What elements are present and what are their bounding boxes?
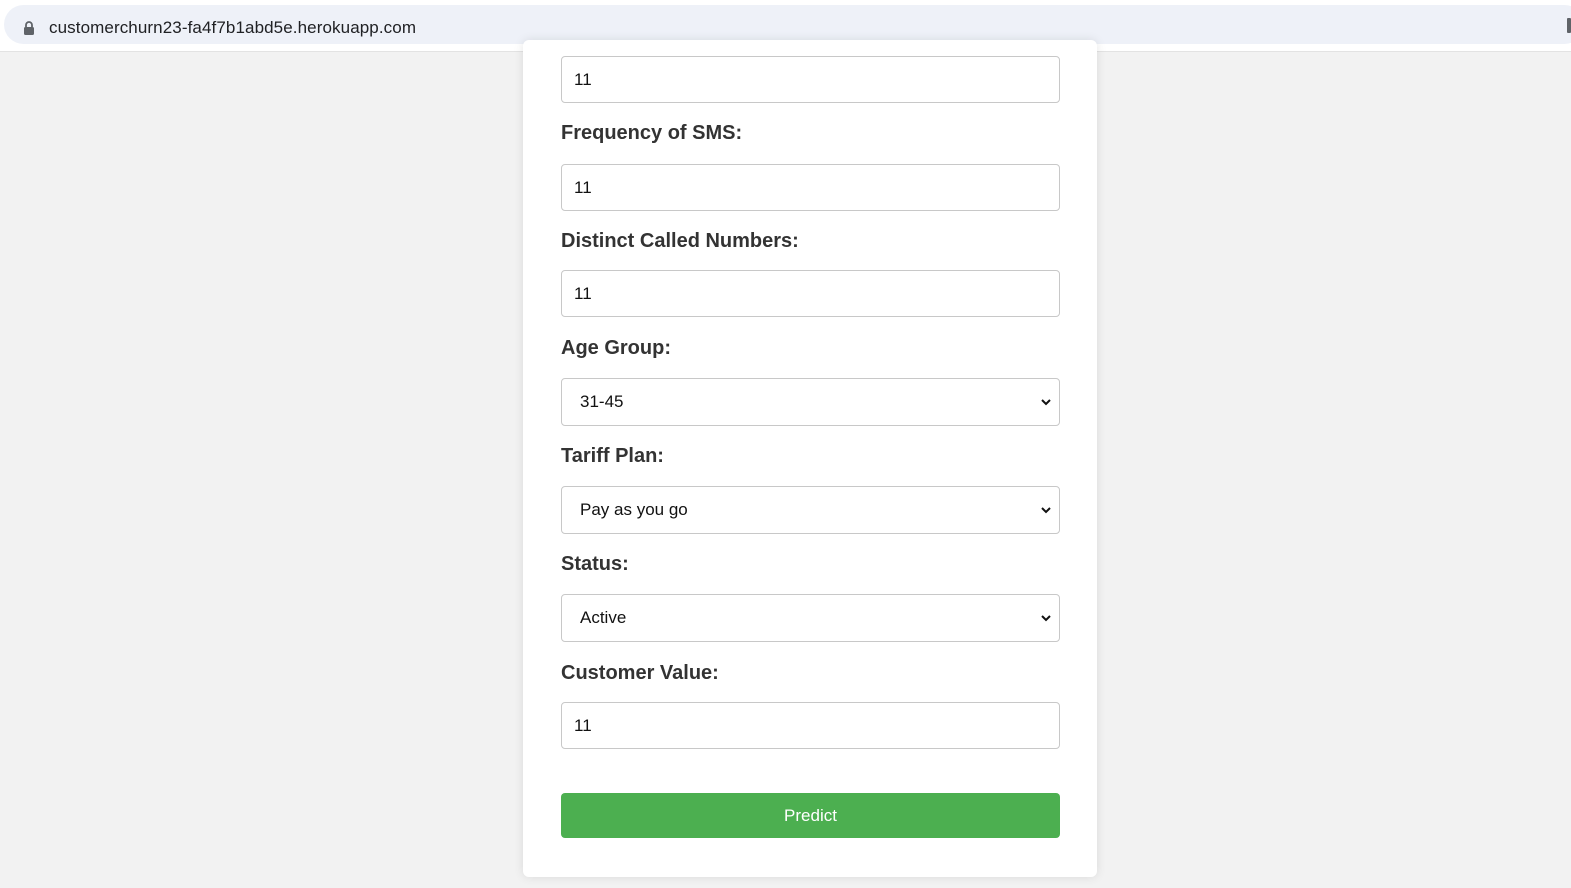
top-number-input[interactable] — [561, 56, 1060, 103]
chevron-down-icon — [1041, 615, 1051, 622]
status-select[interactable]: Active — [561, 594, 1060, 642]
address-bar[interactable]: customerchurn23-fa4f7b1abd5e.herokuapp.c… — [4, 5, 1571, 44]
tariff-plan-label: Tariff Plan: — [561, 445, 664, 467]
status-label: Status: — [561, 553, 629, 575]
chevron-down-icon — [1041, 507, 1051, 514]
status-selected-value: Active — [580, 608, 627, 627]
browser-menu-edge — [1567, 18, 1571, 33]
url-text[interactable]: customerchurn23-fa4f7b1abd5e.herokuapp.c… — [49, 18, 416, 38]
distinct-called-numbers-input[interactable] — [561, 270, 1060, 317]
chevron-down-icon — [1041, 399, 1051, 406]
frequency-of-sms-label: Frequency of SMS: — [561, 122, 743, 144]
distinct-called-numbers-label: Distinct Called Numbers: — [561, 230, 799, 252]
tariff-plan-selected-value: Pay as you go — [580, 500, 688, 519]
age-group-select[interactable]: 31-45 — [561, 378, 1060, 426]
predict-button[interactable]: Predict — [561, 793, 1060, 838]
customer-value-label: Customer Value: — [561, 662, 719, 684]
customer-value-input[interactable] — [561, 702, 1060, 749]
lock-icon[interactable] — [23, 21, 35, 36]
age-group-selected-value: 31-45 — [580, 392, 624, 411]
age-group-label: Age Group: — [561, 337, 671, 359]
tariff-plan-select[interactable]: Pay as you go — [561, 486, 1060, 534]
frequency-of-sms-input[interactable] — [561, 164, 1060, 211]
